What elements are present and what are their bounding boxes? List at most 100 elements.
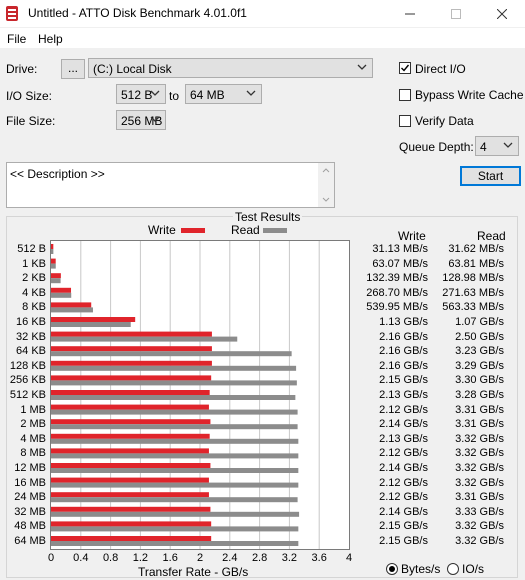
chevron-down-icon [503,142,513,148]
read-value: 3.31 GB/s [455,491,504,504]
row-label: 1 KB [22,257,46,270]
write-value: 2.16 GB/s [379,359,428,372]
read-bar [51,336,238,342]
app-icon [6,6,18,21]
row-label: 8 KB [22,301,46,314]
read-value: 3.32 GB/s [455,447,504,460]
write-value: 2.15 GB/s [379,374,428,387]
read-value: 563.33 MB/s [442,301,504,314]
read-bar [51,351,292,357]
read-value: 31.62 MB/s [448,243,504,255]
x-tick-label: 1.2 [132,552,149,564]
chevron-down-icon [357,64,367,70]
description-box[interactable]: << Description >> [6,162,335,208]
row-label: 256 KB [9,374,46,387]
row-label: 48 MB [14,520,46,533]
read-value: 3.32 GB/s [455,462,504,474]
browse-button[interactable]: ... [61,59,85,79]
read-value: 3.32 GB/s [455,476,504,489]
write-value: 268.70 MB/s [366,286,428,299]
row-label: 32 MB [14,505,46,518]
drive-select[interactable]: (C:) Local Disk [88,58,373,78]
close-icon [497,8,507,19]
bypass-write-cache-label[interactable]: Bypass Write Cache [415,88,524,102]
write-bar [51,390,210,395]
description-scrollbar[interactable] [318,163,334,207]
x-tick-label: 0 [47,552,55,564]
write-value: 2.16 GB/s [379,345,428,358]
read-value: 3.32 GB/s [455,520,504,533]
write-bar [51,521,212,527]
io-size-label: I/O Size: [6,89,53,103]
read-bar [51,278,61,284]
write-bar [51,273,61,279]
read-bar [51,307,93,313]
read-bar [51,424,298,430]
file-size-select[interactable]: 256 MB [116,110,166,130]
read-bar [51,438,299,444]
x-tick-label: 1.6 [162,552,178,564]
read-value: 3.33 GB/s [455,505,504,518]
write-bar [51,419,211,425]
menu-help[interactable]: Help [38,32,63,46]
read-bar [51,263,56,269]
x-tick-label: 2 [196,552,204,564]
io-per-sec-radio[interactable] [447,563,459,575]
row-label: 64 KB [16,345,46,358]
bytes-per-sec-radio[interactable] [386,563,398,575]
description-text: << Description >> [10,167,105,181]
read-value: 3.31 GB/s [455,418,504,431]
row-label: 4 MB [20,432,46,445]
row-label: 2 KB [22,272,46,285]
write-value: 2.12 GB/s [379,447,428,460]
queue-depth-value: 4 [480,140,487,154]
x-axis-label: Transfer Rate - GB/s [138,565,249,579]
write-value: 2.16 GB/s [379,330,428,343]
io-per-sec-label[interactable]: IO/s [462,562,484,576]
io-size-to-select[interactable]: 64 MB [185,84,262,104]
row-label: 2 MB [20,418,46,431]
write-value: 539.95 MB/s [366,301,428,314]
write-bar [51,375,212,381]
direct-io-checkbox[interactable] [399,62,411,74]
queue-depth-label: Queue Depth: [399,140,474,154]
write-bar [51,317,136,322]
start-button[interactable]: Start [460,166,521,186]
write-bar [51,360,212,366]
read-bar [51,292,72,298]
menu-file[interactable]: File [7,32,26,46]
row-label: 16 KB [16,316,46,328]
drive-label: Drive: [6,62,38,76]
verify-data-label[interactable]: Verify Data [415,114,474,128]
write-value: 2.15 GB/s [379,520,428,533]
verify-data-checkbox[interactable] [399,115,411,127]
x-tick-label: 0.8 [102,552,119,564]
maximize-icon [451,8,461,19]
read-value: 3.31 GB/s [455,403,504,416]
write-bar [51,258,56,264]
close-button[interactable] [479,0,525,27]
maximize-button[interactable] [433,0,479,27]
queue-depth-select[interactable]: 4 [475,136,519,156]
write-bar [51,477,209,483]
io-size-from-value: 512 B [121,88,153,102]
write-value: 2.13 GB/s [379,432,428,445]
read-value: 3.32 GB/s [455,432,504,445]
read-bar [51,453,299,459]
write-value: 2.12 GB/s [379,476,428,489]
bytes-per-sec-label[interactable]: Bytes/s [401,562,440,576]
direct-io-label[interactable]: Direct I/O [415,62,466,76]
write-bar [51,346,212,352]
row-label: 16 MB [14,476,46,489]
row-label: 12 MB [14,462,46,474]
io-size-from-select[interactable]: 512 B [116,84,166,104]
write-bar [51,287,72,293]
bypass-write-cache-checkbox[interactable] [399,89,411,101]
row-label: 4 KB [22,286,46,299]
chart-svg [51,241,320,549]
minimize-button[interactable] [387,0,433,27]
drive-value: (C:) Local Disk [93,62,172,76]
legend-write-label: Write [148,223,176,237]
read-bar [51,365,297,371]
read-bar [51,497,298,503]
